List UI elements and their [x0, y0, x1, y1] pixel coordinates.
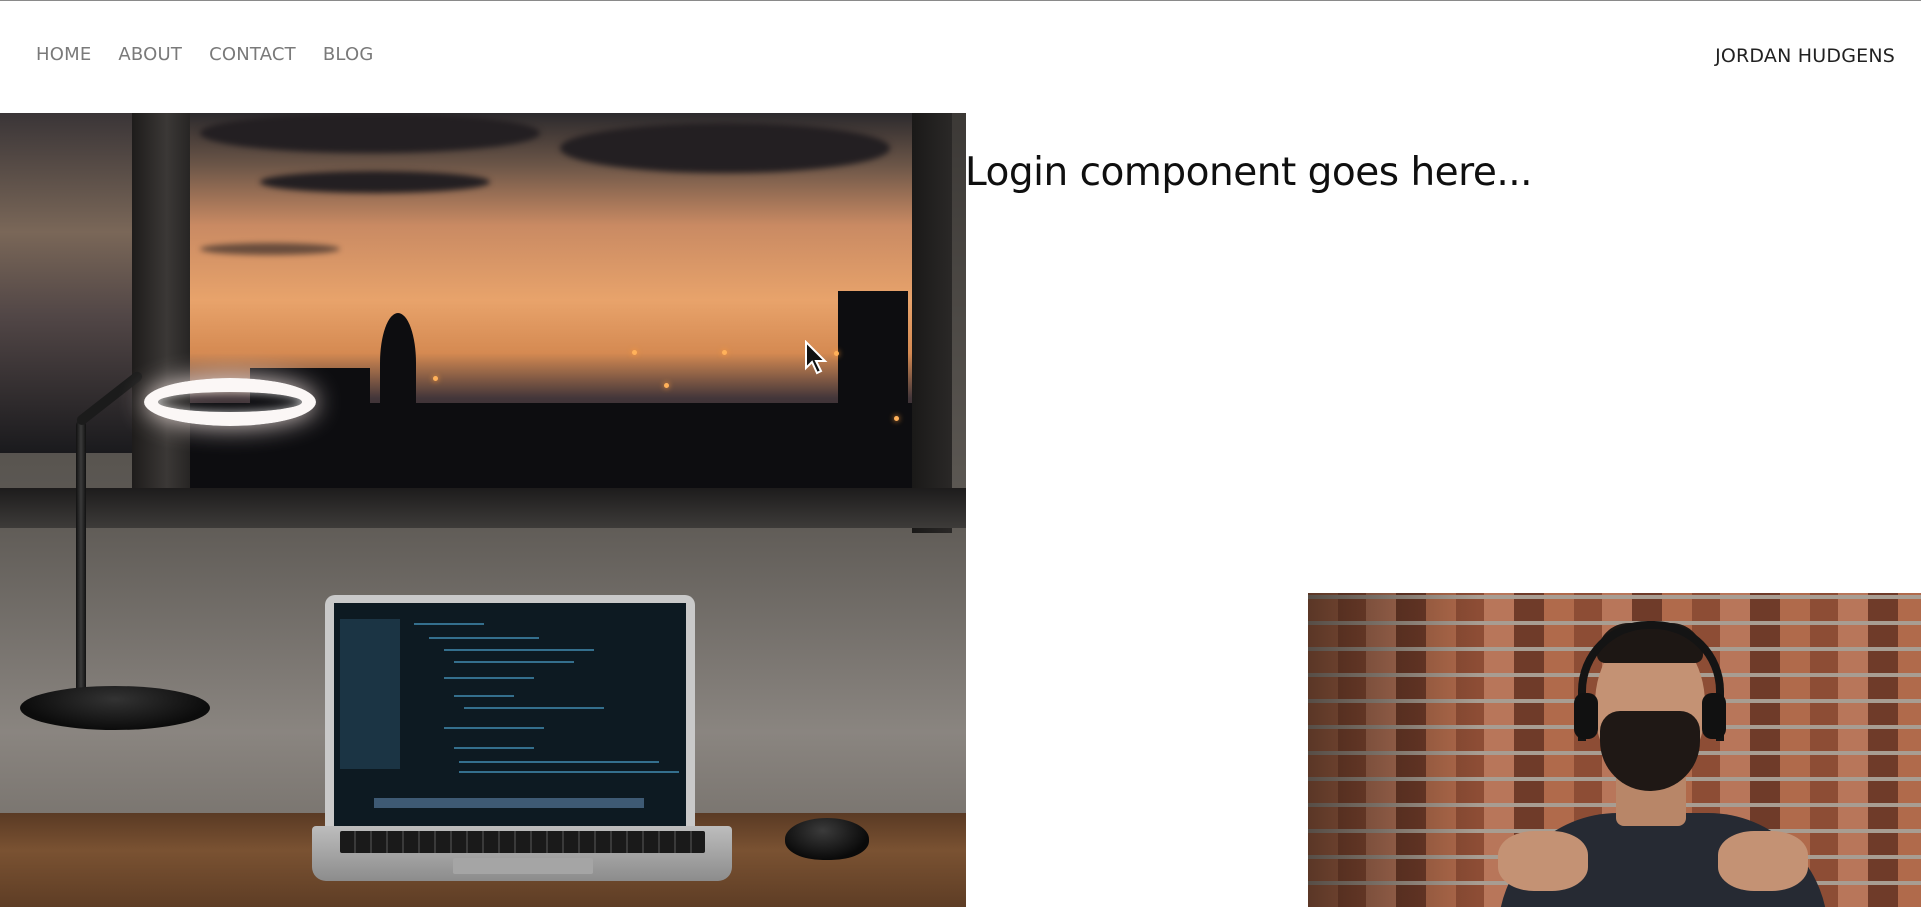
brand-name[interactable]: JORDAN HUDGENS: [1715, 45, 1895, 67]
nav-about-link[interactable]: ABOUT: [118, 44, 182, 65]
nav-contact-link[interactable]: CONTACT: [209, 44, 296, 65]
nav-blog-link[interactable]: BLOG: [323, 44, 374, 65]
nav-home-link[interactable]: HOME: [36, 44, 91, 65]
login-component-placeholder: Login component goes here...: [965, 150, 1533, 195]
top-border: [0, 0, 1921, 1]
computer-mouse: [785, 818, 869, 860]
mouse-cursor-icon: [805, 340, 828, 375]
main-nav: HOME ABOUT CONTACT BLOG: [36, 44, 374, 65]
webcam-overlay: [1308, 593, 1921, 907]
